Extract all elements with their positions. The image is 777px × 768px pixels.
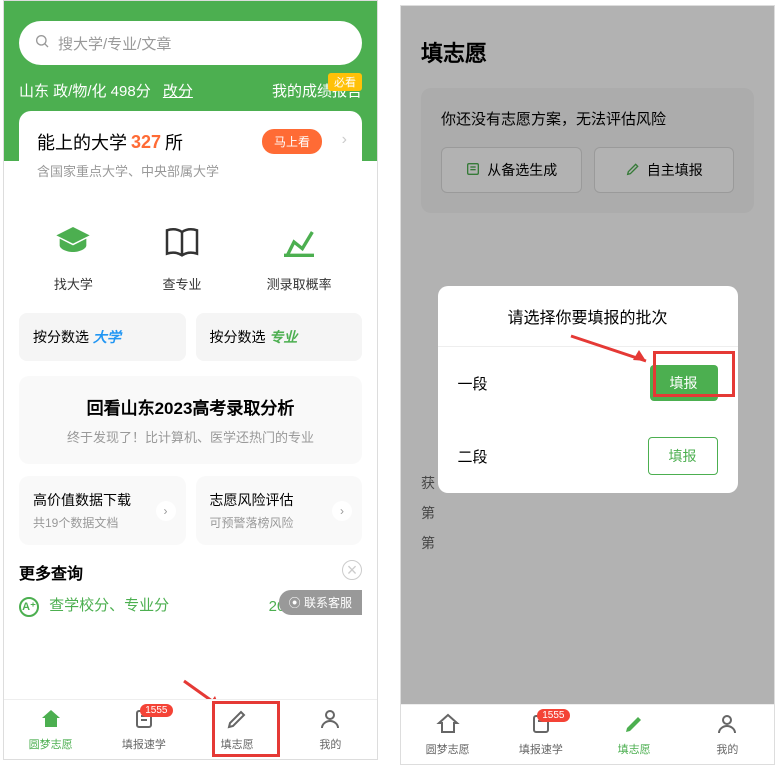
- feature-cards: 高价值数据下载 共19个数据文档 › 志愿风险评估 可预警落榜风险 ›: [19, 476, 362, 545]
- risk-card[interactable]: 志愿风险评估 可预警落榜风险 ›: [196, 476, 363, 545]
- batch-label: 二段: [458, 446, 488, 467]
- must-see-badge: 必看: [328, 73, 362, 91]
- count: 327: [131, 132, 161, 153]
- download-card[interactable]: 高价值数据下载 共19个数据文档 ›: [19, 476, 186, 545]
- tab-bar: 圆梦志愿 1555 填报速学 填志愿 我的: [4, 699, 377, 759]
- graduation-cap-icon: [49, 218, 97, 266]
- contact-support-button[interactable]: ⦿ 联系客服: [279, 590, 362, 615]
- book-icon: [158, 218, 206, 266]
- look-now-button[interactable]: 马上看: [262, 129, 322, 154]
- nav-probability[interactable]: 测录取概率: [267, 218, 332, 293]
- badge-count: 1555: [537, 709, 569, 722]
- nav-find-university[interactable]: 找大学: [49, 218, 97, 293]
- edit-icon: [622, 712, 646, 739]
- tab-learn[interactable]: 1555 填报速学: [494, 705, 587, 764]
- annotation-highlight: [653, 351, 735, 397]
- home-icon: [39, 707, 63, 734]
- university-card[interactable]: 能上的大学 327 所 含国家重点大学、中央部属大学 马上看 ›: [19, 111, 362, 198]
- tab-home[interactable]: 圆梦志愿: [4, 700, 97, 759]
- chart-icon: [275, 218, 323, 266]
- screen-left: 搜大学/专业/文章 必看 山东 政/物/化 498分 改分 我的成绩报告 能上的…: [3, 0, 378, 760]
- analysis-card[interactable]: 回看山东2023高考录取分析 终于发现了！比计算机、医学还热门的专业: [19, 376, 362, 464]
- search-input[interactable]: 搜大学/专业/文章: [19, 21, 362, 65]
- tab-learn[interactable]: 1555 填报速学: [97, 700, 190, 759]
- card-subtitle: 含国家重点大学、中央部属大学: [37, 161, 344, 180]
- search-placeholder: 搜大学/专业/文章: [58, 33, 171, 54]
- score-select-row: 按分数选 大学 按分数选 专业: [19, 313, 362, 361]
- tab-bar: 圆梦志愿 1555 填报速学 填志愿 我的: [401, 704, 774, 764]
- annotation-highlight: [212, 701, 280, 757]
- score-row: 山东 政/物/化 498分 改分 我的成绩报告: [19, 80, 362, 101]
- close-icon[interactable]: ×: [342, 560, 362, 580]
- select-major-by-score[interactable]: 按分数选 专业: [196, 313, 363, 361]
- user-icon: [318, 707, 342, 734]
- annotation-arrow: [561, 326, 661, 376]
- nav-icons: 找大学 查专业 测录取概率: [19, 218, 362, 293]
- analysis-sub: 终于发现了！比计算机、医学还热门的专业: [37, 427, 344, 446]
- tab-fill[interactable]: 填志愿: [588, 705, 681, 764]
- search-icon: [34, 33, 50, 54]
- chevron-right-icon: ›: [156, 501, 176, 521]
- batch-label: 一段: [458, 373, 488, 394]
- more-section: 更多查询 × ⦿ 联系客服: [19, 560, 362, 584]
- user-icon: [715, 712, 739, 739]
- nav-find-major[interactable]: 查专业: [158, 218, 206, 293]
- a-plus-icon: A⁺: [19, 597, 39, 617]
- tab-profile[interactable]: 我的: [681, 705, 774, 764]
- tab-profile[interactable]: 我的: [284, 700, 377, 759]
- score-text: 山东 政/物/化 498分: [19, 83, 151, 100]
- headset-icon: ⦿: [289, 596, 301, 610]
- screen-right: 填志愿 你还没有志愿方案，无法评估风险 从备选生成 自主填报 获 第 第 请选择…: [400, 5, 775, 765]
- batch-row-2: 二段 填报: [438, 419, 738, 493]
- more-title: 更多查询: [19, 560, 362, 584]
- tab-home[interactable]: 圆梦志愿: [401, 705, 494, 764]
- select-university-by-score[interactable]: 按分数选 大学: [19, 313, 186, 361]
- analysis-title: 回看山东2023高考录取分析: [37, 394, 344, 419]
- badge-count: 1555: [140, 704, 172, 717]
- chevron-right-icon: ›: [332, 501, 352, 521]
- fill-button-2[interactable]: 填报: [648, 437, 718, 475]
- change-score-link[interactable]: 改分: [163, 83, 193, 100]
- chevron-right-icon: ›: [342, 131, 347, 149]
- home-icon: [436, 712, 460, 739]
